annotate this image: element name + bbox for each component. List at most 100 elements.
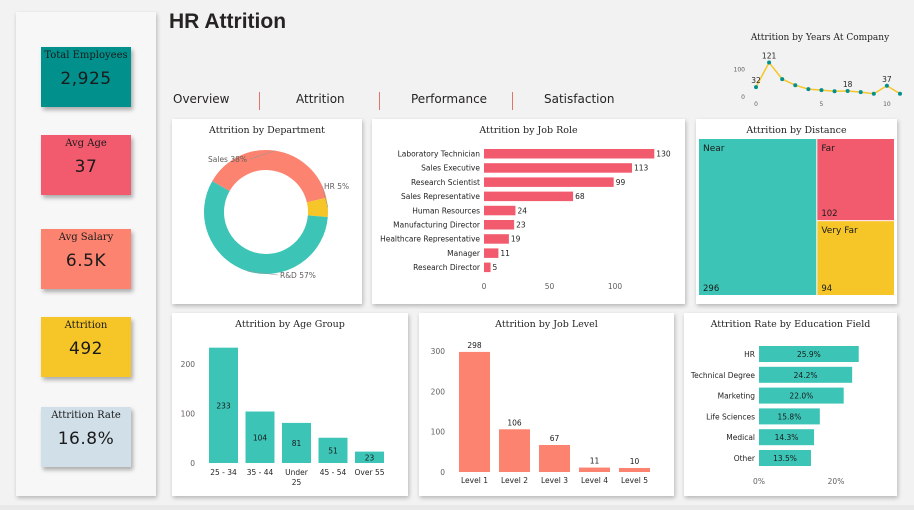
category-label: Other bbox=[734, 454, 756, 463]
data-label: 67 bbox=[550, 434, 560, 443]
data-label: 25.9% bbox=[797, 350, 821, 359]
kpi-card: Attrition 492 bbox=[41, 317, 131, 377]
category-label: Level 2 bbox=[501, 476, 528, 485]
kpi-label: Attrition bbox=[64, 320, 108, 331]
category-label: Medical bbox=[726, 433, 755, 442]
kpi-card: Avg Salary 6.5K bbox=[41, 229, 131, 289]
category-label: Manufacturing Director bbox=[393, 221, 481, 230]
page-title: HR Attrition bbox=[169, 10, 287, 33]
treemap-tile bbox=[699, 139, 817, 295]
tile-category-label: Very Far bbox=[821, 226, 858, 236]
data-label: 5 bbox=[493, 263, 498, 272]
tile-category-label: Far bbox=[821, 144, 835, 154]
x-tick-label: 100 bbox=[608, 282, 623, 291]
y-tick-label: 300 bbox=[431, 347, 446, 356]
kpi-value: 492 bbox=[69, 339, 103, 359]
category-label: Under bbox=[285, 468, 309, 477]
data-label: 15.8% bbox=[778, 412, 802, 421]
data-point bbox=[898, 91, 902, 96]
data-label: 24.2% bbox=[794, 371, 818, 380]
nav-tab-performance[interactable]: Performance bbox=[411, 92, 487, 106]
bar bbox=[484, 149, 655, 159]
donut-slice bbox=[204, 181, 328, 274]
x-tick-label: 50 bbox=[545, 282, 555, 291]
data-point bbox=[806, 87, 811, 92]
x-tick-label: 20% bbox=[828, 477, 845, 486]
age-group-bar-svg: 0 100 200 233 25 - 34 104 35 - 44 81 Under25 51 45… bbox=[181, 347, 385, 487]
data-point bbox=[767, 60, 772, 65]
bar bbox=[484, 262, 491, 273]
data-point bbox=[754, 85, 758, 90]
slice-label: HR 5% bbox=[324, 182, 349, 191]
kpi-label: Avg Age bbox=[65, 138, 107, 149]
category-label: Manager bbox=[447, 249, 481, 258]
nav-tab-attrition[interactable]: Attrition bbox=[296, 92, 345, 106]
category-label: Life Sciences bbox=[706, 412, 755, 421]
series-line bbox=[755, 61, 901, 95]
nav-tab-satisfaction[interactable]: Satisfaction bbox=[544, 92, 614, 106]
y-tick-label: 100 bbox=[181, 410, 196, 419]
bar bbox=[619, 467, 650, 472]
kpi-label: Total Employees bbox=[44, 50, 128, 61]
bar bbox=[499, 429, 530, 472]
data-point bbox=[884, 83, 889, 88]
data-label: 24 bbox=[517, 206, 527, 215]
category-label: Level 5 bbox=[621, 476, 648, 485]
kpi-card: Total Employees 2,925 bbox=[41, 47, 131, 107]
data-label: 19 bbox=[511, 235, 521, 244]
data-label: 37 bbox=[882, 75, 892, 84]
data-label: 81 bbox=[292, 439, 302, 448]
kpi-card: Attrition Rate 16.8% bbox=[41, 407, 131, 467]
x-tick-label: 5 bbox=[820, 101, 824, 108]
page-tabs-bar bbox=[0, 505, 914, 510]
x-tick-label: 0% bbox=[753, 477, 765, 486]
category-label: Research Director bbox=[413, 263, 481, 272]
distance-treemap-svg: Near 296 Far 102 Very Far 94 bbox=[699, 139, 894, 295]
slice-label: Sales 38% bbox=[208, 155, 247, 164]
data-label: 68 bbox=[575, 192, 585, 201]
nav-separator bbox=[512, 92, 513, 110]
education-bar-svg: HR 25.9% Technical Degree 24.2% Marketing 22.… bbox=[690, 346, 859, 486]
bar bbox=[459, 351, 490, 472]
panel-age-group: Attrition by Age Group 0 100 200 233 25 - 34… bbox=[172, 313, 408, 496]
y-tick-label: 0 bbox=[741, 94, 745, 101]
y-tick-label: 0 bbox=[440, 468, 445, 477]
data-label: 11 bbox=[590, 457, 600, 466]
category-label: Marketing bbox=[718, 392, 756, 401]
data-label: 23 bbox=[365, 453, 375, 462]
data-label: 13.5% bbox=[773, 454, 797, 463]
data-label: 104 bbox=[253, 433, 268, 442]
data-point bbox=[871, 91, 876, 96]
category-label: 25 bbox=[292, 478, 302, 487]
data-point bbox=[832, 89, 837, 94]
kpi-label: Avg Salary bbox=[58, 232, 114, 243]
data-point bbox=[793, 83, 798, 88]
data-label: 22.0% bbox=[789, 392, 813, 401]
bar bbox=[484, 248, 499, 258]
bar bbox=[484, 234, 509, 244]
bar bbox=[484, 177, 614, 187]
data-label: 233 bbox=[216, 401, 231, 410]
kpi-value: 16.8% bbox=[57, 429, 115, 449]
data-label: 51 bbox=[328, 446, 338, 455]
category-label: Sales Representative bbox=[401, 192, 480, 201]
data-label: 18 bbox=[843, 80, 853, 89]
bar bbox=[539, 444, 570, 472]
category-label: Technical Degree bbox=[690, 371, 756, 380]
bar bbox=[579, 467, 610, 472]
category-label: Laboratory Technician bbox=[398, 150, 481, 159]
department-donut-svg: Sales 38% HR 5% R&D 57% bbox=[204, 150, 349, 280]
data-point bbox=[780, 77, 785, 82]
data-label: 32 bbox=[751, 76, 761, 85]
nav-separator bbox=[379, 92, 380, 110]
category-label: 45 - 54 bbox=[320, 468, 347, 477]
panel-job-level: Attrition by Job Level 0 100 200 300 298 Leve… bbox=[419, 313, 674, 496]
category-label: Research Scientist bbox=[411, 178, 480, 187]
y-tick-label: 200 bbox=[181, 360, 196, 369]
data-label: 99 bbox=[616, 178, 626, 187]
donut-slice bbox=[306, 197, 328, 218]
category-label: 35 - 44 bbox=[247, 468, 274, 477]
nav-tab-overview[interactable]: Overview bbox=[173, 92, 230, 106]
donut-slice bbox=[212, 150, 327, 203]
chart-years-at-company: Attrition by Years At Company 0 100 0 5 10 32… bbox=[730, 30, 910, 112]
